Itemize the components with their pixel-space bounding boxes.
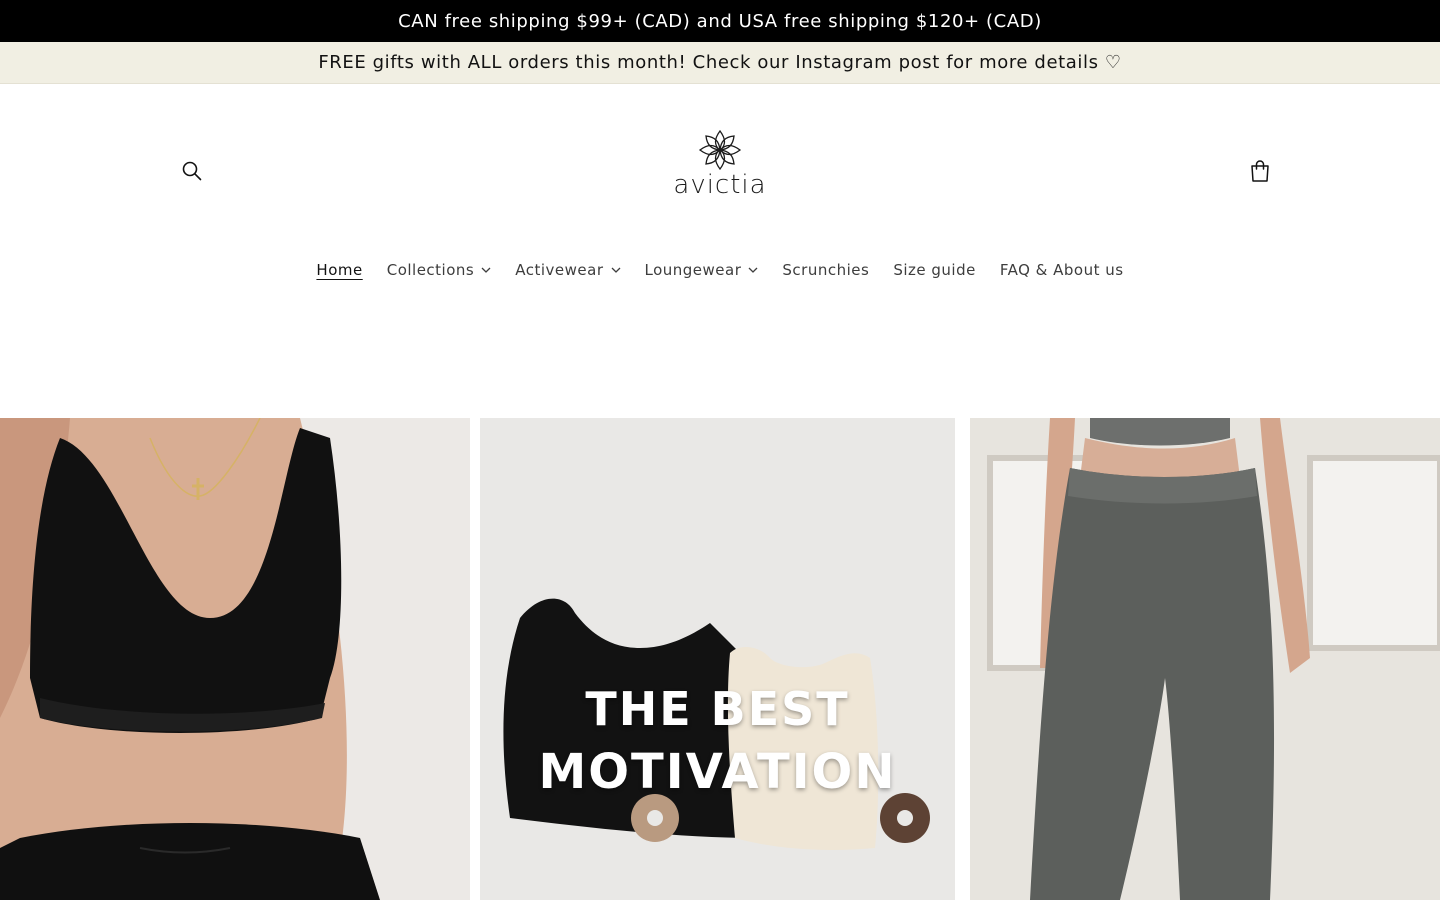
nav-item-label: Collections <box>386 261 475 279</box>
nav-item-label: Size guide <box>893 261 976 279</box>
announcement-bar-secondary: FREE gifts with ALL orders this month! C… <box>0 42 1440 84</box>
nav-item-label: Activewear <box>515 261 604 279</box>
chevron-down-icon <box>748 267 758 273</box>
nav-item-label: FAQ & About us <box>999 261 1124 279</box>
chevron-down-icon <box>481 267 491 273</box>
nav-item-activewear[interactable]: Activewear <box>503 261 632 279</box>
image-gallery: THE BEST MOTIVATION <box>0 418 1440 900</box>
gallery-image-promo[interactable]: THE BEST MOTIVATION <box>480 418 955 900</box>
nav-item-scrunchies[interactable]: Scrunchies <box>770 261 881 279</box>
site-header: avictia <box>0 84 1440 234</box>
main-navigation: Home Collections Activewear Loungewear S… <box>0 252 1440 288</box>
nav-item-home[interactable]: Home <box>304 261 374 279</box>
promo-line-2: MOTIVATION <box>538 744 897 800</box>
nav-item-label: Loungewear <box>644 261 742 279</box>
nav-item-loungewear[interactable]: Loungewear <box>633 261 771 279</box>
chevron-down-icon <box>611 267 621 273</box>
announcement-primary-text: CAN free shipping $99+ (CAD) and USA fre… <box>398 10 1042 32</box>
nav-item-size-guide[interactable]: Size guide <box>881 261 988 279</box>
nav-item-label: Home <box>316 261 363 279</box>
gallery-image-grey-joggers[interactable] <box>970 418 1440 900</box>
announcement-secondary-text: FREE gifts with ALL orders this month! C… <box>318 52 1122 73</box>
search-icon <box>182 161 202 181</box>
lotus-logo-icon <box>698 129 742 171</box>
announcement-bar-primary: CAN free shipping $99+ (CAD) and USA fre… <box>0 0 1440 42</box>
search-button[interactable] <box>172 151 212 191</box>
nav-item-collections[interactable]: Collections <box>375 261 504 279</box>
logo-link[interactable]: avictia <box>660 128 780 212</box>
logo-text: avictia <box>673 170 767 200</box>
nav-item-faq-about[interactable]: FAQ & About us <box>988 261 1136 279</box>
promo-line-1: THE BEST <box>585 682 850 736</box>
bag-icon <box>1251 160 1269 182</box>
cart-button[interactable] <box>1240 151 1280 191</box>
nav-item-label: Scrunchies <box>782 261 870 279</box>
gallery-image-black-set[interactable] <box>0 418 470 900</box>
